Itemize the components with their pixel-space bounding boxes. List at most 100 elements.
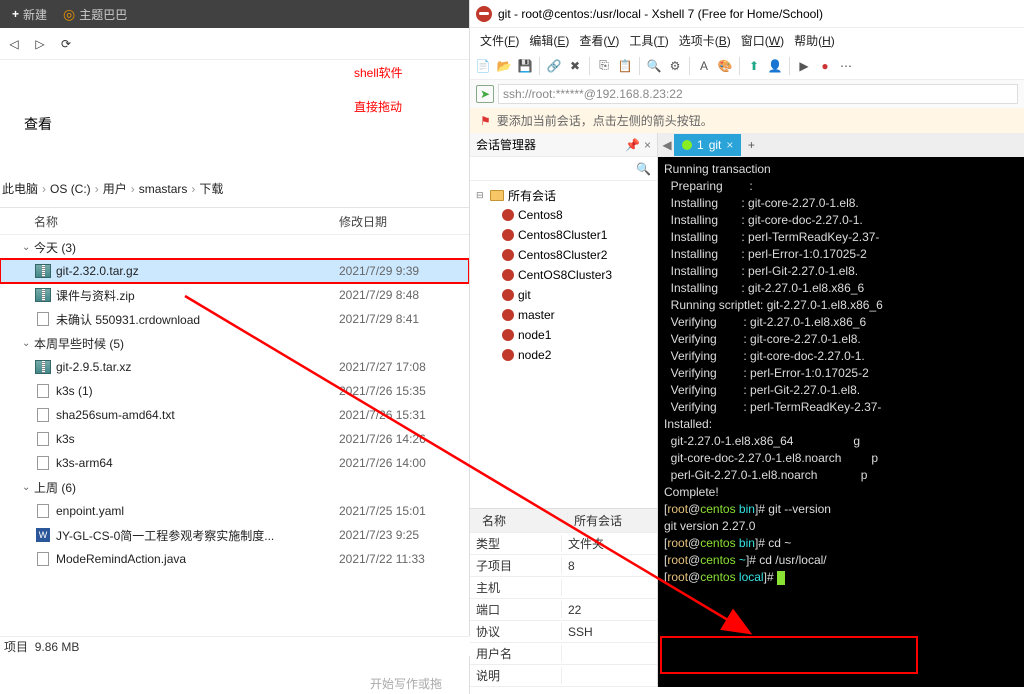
menu-查看[interactable]: 查看(V) xyxy=(575,30,623,51)
add-session-icon[interactable]: ➤ xyxy=(476,85,494,103)
tab-close-icon[interactable]: × xyxy=(726,138,733,152)
chevron-right-icon: › xyxy=(127,182,139,196)
file-row[interactable]: enpoint.yaml2021/7/25 15:01 xyxy=(0,499,469,523)
status-size: 9.86 MB xyxy=(35,640,80,654)
breadcrumb-seg[interactable]: OS (C:) xyxy=(50,182,91,196)
breadcrumb[interactable]: 此电脑›OS (C:)›用户›smastars›下载 xyxy=(0,176,469,201)
tb-save-icon[interactable]: 💾 xyxy=(516,57,534,75)
forward-icon[interactable]: ▷ xyxy=(32,36,48,52)
file-date: 2021/7/26 14:00 xyxy=(339,456,469,470)
address-input[interactable]: ssh://root:******@192.168.8.23:22 xyxy=(498,84,1018,104)
tb-font-icon[interactable]: A xyxy=(695,57,713,75)
prop-row: 类型文件夹 xyxy=(470,533,657,555)
session-icon xyxy=(502,309,514,321)
file-name: sha256sum-amd64.txt xyxy=(52,408,339,422)
close-icon[interactable]: × xyxy=(644,138,651,152)
chevron-right-icon: › xyxy=(187,182,199,196)
col-date[interactable]: 修改日期 xyxy=(339,213,469,230)
file-list[interactable]: ⌄今天 (3)git-2.32.0.tar.gz2021/7/29 9:39课件… xyxy=(0,235,469,635)
file-row[interactable]: 未确认 550931.crdownload2021/7/29 8:41 xyxy=(0,307,469,331)
tab-prev-icon[interactable]: ◀ xyxy=(660,138,674,152)
prop-row: 主机 xyxy=(470,577,657,599)
session-label: Centos8Cluster1 xyxy=(518,228,607,242)
file-group-header[interactable]: ⌄上周 (6) xyxy=(0,475,469,499)
new-tab-button[interactable]: + 新建 xyxy=(4,3,55,25)
tb-more-icon[interactable]: ⋯ xyxy=(837,57,855,75)
session-label: Centos8Cluster2 xyxy=(518,248,607,262)
tb-connect-icon[interactable]: 🔗 xyxy=(545,57,563,75)
menu-编辑[interactable]: 编辑(E) xyxy=(525,30,573,51)
prop-row: 说明 xyxy=(470,665,657,687)
tb-xftp-icon[interactable]: ⬆ xyxy=(745,57,763,75)
breadcrumb-seg[interactable]: 用户 xyxy=(103,182,127,196)
tb-props-icon[interactable]: ⚙ xyxy=(666,57,684,75)
file-row[interactable]: sha256sum-amd64.txt2021/7/26 15:31 xyxy=(0,403,469,427)
prop-key: 子项目 xyxy=(470,557,562,574)
session-item[interactable]: git xyxy=(472,285,655,305)
tb-help-icon[interactable]: ● xyxy=(816,57,834,75)
file-group-header[interactable]: ⌄本周早些时候 (5) xyxy=(0,331,469,355)
session-item[interactable]: Centos8Cluster1 xyxy=(472,225,655,245)
file-name: k3s-arm64 xyxy=(52,456,339,470)
session-label: node1 xyxy=(518,328,551,342)
menu-帮助[interactable]: 帮助(H) xyxy=(790,30,839,51)
file-row[interactable]: git-2.9.5.tar.xz2021/7/27 17:08 xyxy=(0,355,469,379)
file-row[interactable]: WJY-GL-CS-0简一工程参观考察实施制度...2021/7/23 9:25 xyxy=(0,523,469,547)
tb-script-icon[interactable]: ▶ xyxy=(795,57,813,75)
tb-paste-icon[interactable]: 📋 xyxy=(616,57,634,75)
tb-open-icon[interactable]: 📂 xyxy=(495,57,513,75)
session-item[interactable]: Centos8 xyxy=(472,205,655,225)
tree-root[interactable]: ⊟所有会话 xyxy=(472,185,655,205)
file-row[interactable]: k3s (1)2021/7/26 15:35 xyxy=(0,379,469,403)
collapse-icon[interactable]: ⊟ xyxy=(476,190,486,201)
session-item[interactable]: Centos8Cluster2 xyxy=(472,245,655,265)
session-label: git xyxy=(518,288,531,302)
menu-工具[interactable]: 工具(T) xyxy=(625,30,672,51)
file-row[interactable]: ModeRemindAction.java2021/7/22 11:33 xyxy=(0,547,469,571)
prop-key: 名称 xyxy=(476,512,568,529)
session-item[interactable]: master xyxy=(472,305,655,325)
file-icon xyxy=(34,552,52,566)
session-item[interactable]: node1 xyxy=(472,325,655,345)
menu-文件[interactable]: 文件(F) xyxy=(476,30,523,51)
theme-tab[interactable]: ◎ 主题巴巴 xyxy=(55,3,135,25)
file-group-header[interactable]: ⌄今天 (3) xyxy=(0,235,469,259)
prop-key: 主机 xyxy=(470,579,562,596)
session-icon xyxy=(502,249,514,261)
terminal[interactable]: Running transaction Preparing : Installi… xyxy=(658,157,1024,687)
breadcrumb-seg[interactable]: 下载 xyxy=(199,182,223,196)
pin-icon[interactable]: 📌 xyxy=(625,138,640,152)
session-item[interactable]: node2 xyxy=(472,345,655,365)
menu-窗口[interactable]: 窗口(W) xyxy=(737,30,788,51)
prop-row: 协议SSH xyxy=(470,621,657,643)
view-menu-label[interactable]: 查看 xyxy=(0,110,469,138)
breadcrumb-seg[interactable]: smastars xyxy=(139,182,188,196)
tb-new-icon[interactable]: 📄 xyxy=(474,57,492,75)
tab-index: 1 xyxy=(697,138,704,152)
tab-add-icon[interactable]: + xyxy=(741,138,761,152)
menu-选项卡[interactable]: 选项卡(B) xyxy=(675,30,735,51)
tb-copy-icon[interactable]: ⎘ xyxy=(595,57,613,75)
col-name[interactable]: 名称 xyxy=(20,213,339,230)
session-tree[interactable]: ⊟所有会话Centos8 Centos8Cluster1 Centos8Cluste… xyxy=(470,181,657,508)
file-row[interactable]: git-2.32.0.tar.gz2021/7/29 9:39 xyxy=(0,259,469,283)
back-icon[interactable]: ◁ xyxy=(6,36,22,52)
search-icon[interactable]: 🔍 xyxy=(636,162,651,176)
file-row[interactable]: k3s-arm642021/7/26 14:00 xyxy=(0,451,469,475)
tb-user-icon[interactable]: 👤 xyxy=(766,57,784,75)
tab-label: git xyxy=(709,138,722,152)
xshell-titlebar[interactable]: git - root@centos:/usr/local - Xshell 7 … xyxy=(470,0,1024,28)
tb-color-icon[interactable]: 🎨 xyxy=(716,57,734,75)
prop-key: 用户名 xyxy=(470,645,562,662)
session-label: master xyxy=(518,308,555,322)
tb-disconnect-icon[interactable]: ✖ xyxy=(566,57,584,75)
list-header: 名称 修改日期 xyxy=(0,207,469,235)
breadcrumb-seg[interactable]: 此电脑 xyxy=(2,182,38,196)
file-row[interactable]: k3s2021/7/26 14:26 xyxy=(0,427,469,451)
tab-git[interactable]: 1 git × xyxy=(674,134,741,156)
tb-search-icon[interactable]: 🔍 xyxy=(645,57,663,75)
file-row[interactable]: 课件与资料.zip2021/7/29 8:48 xyxy=(0,283,469,307)
session-item[interactable]: CentOS8Cluster3 xyxy=(472,265,655,285)
prop-key: 协议 xyxy=(470,623,562,640)
refresh-icon[interactable]: ⟳ xyxy=(58,36,74,52)
